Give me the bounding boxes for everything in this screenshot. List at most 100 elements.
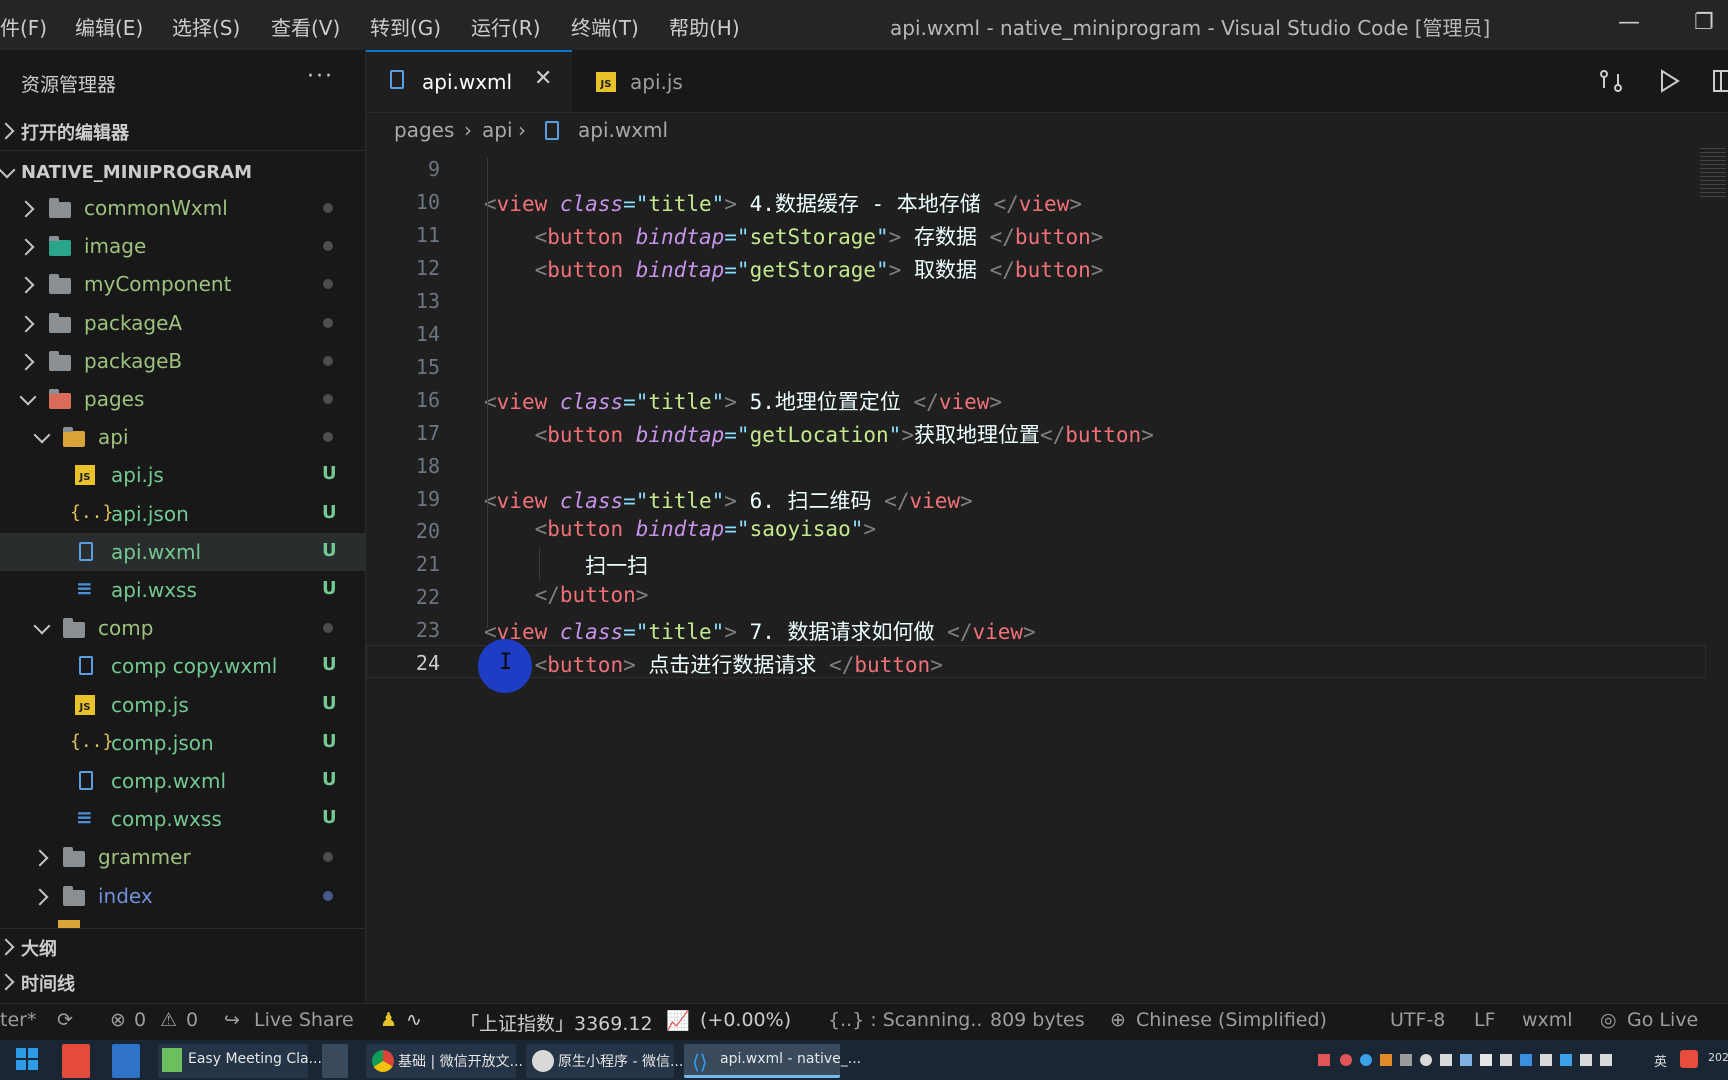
warning-icon[interactable]: ⚠: [160, 1009, 177, 1031]
folder-icon: [49, 198, 71, 218]
language-pack[interactable]: Chinese (Simplified): [1136, 1009, 1327, 1031]
menu-file[interactable]: 件(F): [0, 12, 47, 41]
tree-item-image[interactable]: image: [0, 227, 365, 265]
tab-api-wxml[interactable]: api.wxml ✕: [366, 50, 572, 112]
code-line[interactable]: <button bindtap="getStorage"> 取数据 </butt…: [484, 254, 1104, 284]
project-section[interactable]: NATIVE_MINIPROGRAM: [0, 156, 365, 190]
line-number: 15: [415, 354, 440, 379]
open-editors-label: 打开的编辑器: [21, 123, 129, 144]
clock[interactable]: 202: [1708, 1051, 1728, 1064]
git-branch[interactable]: ter*: [0, 1009, 36, 1031]
code-line[interactable]: <view class="title"> 4.数据缓存 - 本地存储 </vie…: [484, 188, 1082, 218]
app-icon-chat[interactable]: [322, 1044, 348, 1078]
untracked-badge: U: [322, 807, 337, 829]
tree-item-comp-wxss[interactable]: ≡ comp.wxss U: [0, 800, 365, 838]
status-dot: [323, 432, 333, 443]
status-dot: [323, 241, 333, 252]
breadcrumb-api-wxml[interactable]: api.wxml: [578, 118, 668, 142]
code-line[interactable]: <button bindtap="getLocation">获取地理位置</bu…: [484, 419, 1154, 449]
eol[interactable]: LF: [1474, 1009, 1496, 1031]
outline-section[interactable]: 大纲: [0, 930, 365, 964]
menu-go[interactable]: 转到(G): [370, 12, 441, 41]
scanning-status[interactable]: {..} : Scanning..: [828, 1009, 982, 1031]
tree-item-api-wxml[interactable]: api.wxml U: [0, 532, 365, 571]
menu-edit[interactable]: 编辑(E): [75, 12, 143, 41]
tree-item-api[interactable]: api: [0, 418, 365, 456]
app-icon-red[interactable]: [62, 1044, 90, 1078]
timeline-section[interactable]: 时间线: [0, 965, 365, 999]
sync-icon[interactable]: ⟳: [57, 1009, 73, 1031]
code-line[interactable]: <button bindtap="saoyisao">: [484, 517, 876, 541]
restore-button[interactable]: ❐: [1694, 10, 1714, 35]
windows-start-icon[interactable]: [16, 1048, 38, 1070]
js-icon: JS: [75, 465, 95, 486]
chart-icon: 📈: [666, 1010, 690, 1032]
run-icon[interactable]: [1656, 68, 1682, 94]
line-number: 19: [415, 486, 440, 511]
tree-item-comp-wxml[interactable]: comp.wxml U: [0, 762, 365, 800]
menu-view[interactable]: 查看(V): [271, 12, 340, 41]
breadcrumb-pages[interactable]: pages: [394, 118, 454, 142]
tree-item-comp-json[interactable]: {..} comp.json U: [0, 724, 365, 762]
minimize-button[interactable]: —: [1618, 10, 1640, 35]
tree-item-label: index: [98, 883, 153, 908]
css-icon: ≡: [76, 805, 93, 830]
window-title: api.wxml - native_miniprogram - Visual S…: [890, 16, 1491, 40]
tree-item-packagea[interactable]: packageA: [0, 304, 365, 342]
tree-item-packageb[interactable]: packageB: [0, 342, 365, 380]
tree-item-mycomponent[interactable]: myComponent: [0, 265, 365, 303]
code-line[interactable]: <view class="title"> 5.地理位置定位 </view>: [484, 386, 1002, 416]
code-line[interactable]: <view class="title"> 7. 数据请求如何做 </view>: [484, 616, 1036, 646]
breadcrumb-api[interactable]: api: [482, 118, 513, 142]
file-icon: [545, 121, 559, 140]
split-editor-icon[interactable]: [1712, 68, 1728, 94]
tree-item-api-wxss[interactable]: ≡ api.wxss U: [0, 571, 365, 609]
chevron-down-icon: [33, 426, 51, 444]
menu-selection[interactable]: 选择(S): [172, 12, 240, 41]
code-line[interactable]: 扫一扫: [484, 550, 648, 580]
chevron-down-icon: [0, 161, 16, 179]
tree-item-pages[interactable]: pages: [0, 380, 365, 418]
tree-item-comp-copy-wxml[interactable]: comp copy.wxml U: [0, 647, 365, 685]
tree-item-grammer[interactable]: grammer: [0, 838, 365, 876]
code-line[interactable]: </button>: [484, 583, 649, 607]
go-live-button[interactable]: Go Live: [1627, 1009, 1698, 1031]
tree-item-comp[interactable]: comp: [0, 609, 365, 647]
tab-api-js[interactable]: JS api.js: [580, 52, 720, 112]
tree-item-index[interactable]: index: [0, 877, 365, 915]
error-icon[interactable]: ⊗: [110, 1009, 126, 1031]
sogou-input-icon[interactable]: [1680, 1050, 1698, 1068]
app-icon-vc[interactable]: [112, 1044, 140, 1078]
more-actions-icon[interactable]: ···: [307, 64, 334, 89]
file-icon: [79, 541, 93, 561]
vscode-icon: ⟨⟩: [692, 1050, 708, 1074]
untracked-badge: U: [322, 769, 337, 790]
code-line[interactable]: <view class="title"> 6. 扫二维码 </view>: [484, 485, 973, 515]
compare-changes-icon[interactable]: [1598, 68, 1624, 94]
line-number: 9: [427, 157, 440, 181]
menu-run[interactable]: 运行(R): [471, 12, 541, 41]
folder-icon: [63, 885, 85, 906]
tree-item-label: myComponent: [84, 272, 232, 297]
tree-item-api-js[interactable]: JS api.js U: [0, 456, 365, 494]
encoding[interactable]: UTF-8: [1390, 1009, 1445, 1031]
stock-change: (+0.00%): [700, 1009, 792, 1031]
menu-help[interactable]: 帮助(H): [669, 12, 740, 41]
tree-item-comp-js[interactable]: JS comp.js U: [0, 686, 365, 724]
code-line[interactable]: <button bindtap="setStorage"> 存数据 </butt…: [484, 221, 1104, 251]
line-number: 17: [415, 420, 440, 445]
code-line[interactable]: <button> 点击进行数据请求 </button>: [484, 649, 943, 679]
language-mode[interactable]: wxml: [1522, 1009, 1573, 1031]
minimap[interactable]: [1700, 148, 1726, 198]
tree-item-commonwxml[interactable]: commonWxml: [0, 189, 365, 227]
open-editors-section[interactable]: 打开的编辑器: [0, 114, 365, 148]
line-number: 16: [415, 387, 440, 412]
close-icon[interactable]: ✕: [534, 66, 552, 91]
input-language[interactable]: 英: [1654, 1051, 1667, 1070]
stock-index[interactable]: 「上证指数」3369.12: [460, 1009, 653, 1036]
live-share-button[interactable]: Live Share: [254, 1009, 354, 1031]
json-icon: {..}: [70, 730, 114, 752]
tree-item-api-json[interactable]: {..} api.json U: [0, 495, 365, 533]
menu-terminal[interactable]: 终端(T): [571, 12, 639, 41]
system-tray-icons[interactable]: [1318, 1052, 1638, 1068]
